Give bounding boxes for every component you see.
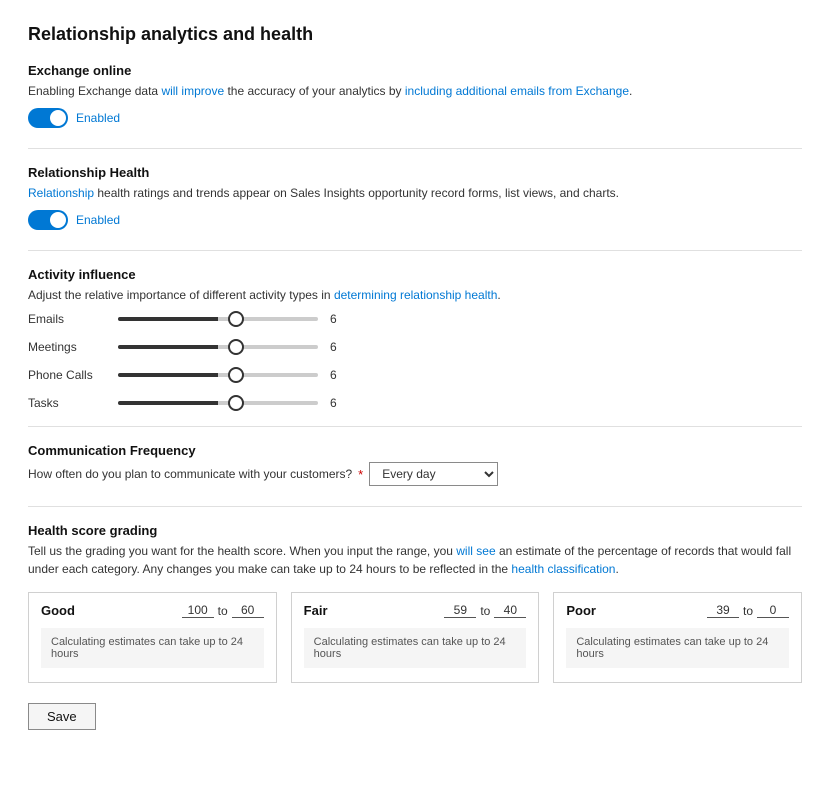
activity-influence-description: Adjust the relative importance of differ… [28, 286, 802, 304]
health-score-grading-section: Health score grading Tell us the grading… [28, 523, 802, 683]
slider-row: Meetings 6 [28, 340, 802, 354]
slider-input-meetings[interactable] [118, 345, 318, 349]
health-score-grading-heading: Health score grading [28, 523, 802, 538]
slider-label-phone-calls: Phone Calls [28, 368, 118, 382]
range-to-input[interactable] [757, 603, 789, 618]
divider-2 [28, 250, 802, 251]
divider-3 [28, 426, 802, 427]
divider-1 [28, 148, 802, 149]
communication-frequency-heading: Communication Frequency [28, 443, 802, 458]
card-header: Fair to [304, 603, 527, 618]
relationship-health-toggle-thumb [50, 212, 66, 228]
slider-label-meetings: Meetings [28, 340, 118, 354]
card-estimate: Calculating estimates can take up to 24 … [566, 628, 789, 668]
relationship-health-toggle-label: Enabled [76, 213, 120, 227]
communication-frequency-section: Communication Frequency How often do you… [28, 443, 802, 486]
relationship-health-link1[interactable]: Relationship [28, 186, 94, 200]
slider-label-tasks: Tasks [28, 396, 118, 410]
divider-4 [28, 506, 802, 507]
grading-card-poor: Poor to Calculating estimates can take up … [553, 592, 802, 683]
relationship-health-section: Relationship Health Relationship health … [28, 165, 802, 230]
exchange-online-link1[interactable]: will improve [161, 84, 224, 98]
grading-link1[interactable]: will see [456, 544, 495, 558]
exchange-online-toggle-thumb [50, 110, 66, 126]
card-estimate: Calculating estimates can take up to 24 … [41, 628, 264, 668]
card-range: to [444, 603, 526, 618]
card-title: Fair [304, 603, 328, 618]
slider-value-phone-calls: 6 [330, 368, 346, 382]
slider-input-phone-calls[interactable] [118, 373, 318, 377]
card-range: to [707, 603, 789, 618]
slider-value-meetings: 6 [330, 340, 346, 354]
relationship-health-toggle-track[interactable] [28, 210, 68, 230]
exchange-online-link2[interactable]: including additional emails from Exchang… [405, 84, 629, 98]
relationship-health-toggle[interactable] [28, 210, 68, 230]
grading-card-good: Good to Calculating estimates can take up … [28, 592, 277, 683]
exchange-online-toggle[interactable] [28, 108, 68, 128]
page-title: Relationship analytics and health [28, 24, 802, 45]
slider-input-emails[interactable] [118, 317, 318, 321]
exchange-online-section: Exchange online Enabling Exchange data w… [28, 63, 802, 128]
slider-row: Tasks 6 [28, 396, 802, 410]
relationship-health-toggle-row: Enabled [28, 210, 802, 230]
range-to-label: to [743, 604, 753, 618]
exchange-online-toggle-label: Enabled [76, 111, 120, 125]
card-header: Poor to [566, 603, 789, 618]
card-range: to [182, 603, 264, 618]
range-from-input[interactable] [182, 603, 214, 618]
exchange-online-desc-pre: Enabling Exchange data [28, 84, 161, 98]
exchange-online-description: Enabling Exchange data will improve the … [28, 82, 802, 100]
slider-value-emails: 6 [330, 312, 346, 326]
activity-influence-heading: Activity influence [28, 267, 802, 282]
grading-card-fair: Fair to Calculating estimates can take up … [291, 592, 540, 683]
exchange-online-toggle-track[interactable] [28, 108, 68, 128]
range-to-label: to [480, 604, 490, 618]
card-title: Good [41, 603, 75, 618]
activity-influence-section: Activity influence Adjust the relative i… [28, 267, 802, 410]
slider-row: Phone Calls 6 [28, 368, 802, 382]
grading-cards-container: Good to Calculating estimates can take up … [28, 592, 802, 683]
slider-label-emails: Emails [28, 312, 118, 326]
save-button[interactable]: Save [28, 703, 96, 730]
card-header: Good to [41, 603, 264, 618]
grading-desc-pre: Tell us the grading you want for the hea… [28, 544, 456, 558]
range-to-input[interactable] [232, 603, 264, 618]
activity-influence-desc-post: . [497, 288, 500, 302]
slider-row: Emails 6 [28, 312, 802, 326]
range-from-input[interactable] [707, 603, 739, 618]
relationship-health-heading: Relationship Health [28, 165, 802, 180]
exchange-online-toggle-row: Enabled [28, 108, 802, 128]
exchange-online-desc-mid: the accuracy of your analytics by [224, 84, 405, 98]
exchange-online-desc-post: . [629, 84, 632, 98]
activity-influence-desc-pre: Adjust the relative importance of differ… [28, 288, 334, 302]
grading-desc-post: . [615, 562, 618, 576]
slider-value-tasks: 6 [330, 396, 346, 410]
range-to-input[interactable] [494, 603, 526, 618]
relationship-health-desc-mid: health ratings and trends appear on Sale… [94, 186, 619, 200]
communication-frequency-row: How often do you plan to communicate wit… [28, 462, 802, 486]
exchange-online-heading: Exchange online [28, 63, 802, 78]
range-to-label: to [218, 604, 228, 618]
card-title: Poor [566, 603, 596, 618]
communication-frequency-select[interactable]: Every dayEvery weekEvery two weeksEvery … [369, 462, 498, 486]
grading-link2[interactable]: health classification [511, 562, 615, 576]
sliders-container: Emails 6 Meetings 6 Phone Calls 6 Tasks 6 [28, 312, 802, 410]
relationship-health-description: Relationship health ratings and trends a… [28, 184, 802, 202]
range-from-input[interactable] [444, 603, 476, 618]
card-estimate: Calculating estimates can take up to 24 … [304, 628, 527, 668]
required-indicator: * [358, 467, 363, 482]
slider-input-tasks[interactable] [118, 401, 318, 405]
activity-influence-link[interactable]: determining relationship health [334, 288, 497, 302]
communication-frequency-label: How often do you plan to communicate wit… [28, 467, 352, 481]
health-score-grading-description: Tell us the grading you want for the hea… [28, 542, 802, 578]
